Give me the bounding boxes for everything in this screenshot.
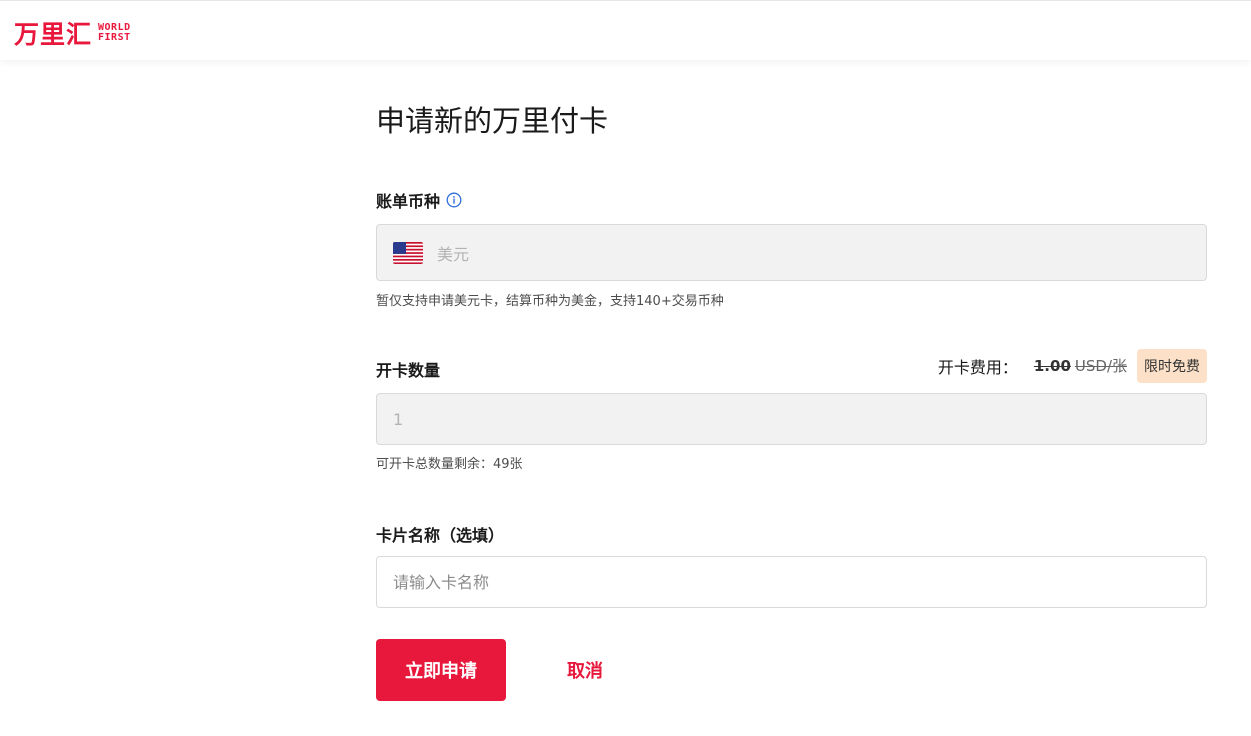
card-quantity-field[interactable]: 1 <box>376 393 1207 445</box>
card-fee-original-price: 1.00 USD/张 <box>1034 355 1127 376</box>
page-title: 申请新的万里付卡 <box>376 104 609 138</box>
worldfirst-logo[interactable]: 万里汇 WORLD FIRST <box>14 15 131 51</box>
free-promo-badge: 限时免费 <box>1137 348 1207 383</box>
card-quantity-hint: 可开卡总数量剩余：49张 <box>376 457 523 472</box>
card-quantity-label-text: 开卡数量 <box>376 361 441 380</box>
cancel-button[interactable]: 取消 <box>545 639 625 701</box>
apply-now-button[interactable]: 立即申请 <box>376 639 506 701</box>
us-flag-icon <box>393 241 423 264</box>
top-navigation-bar: 万里汇 WORLD FIRST <box>0 0 1251 60</box>
billing-currency-label: 账单币种 <box>376 188 462 212</box>
card-fee-original-unit: USD/张 <box>1074 357 1127 375</box>
card-name-input[interactable] <box>393 557 1206 607</box>
card-name-label-text: 卡片名称（选填） <box>376 526 505 545</box>
logo-english-line2: FIRST <box>98 32 131 43</box>
billing-currency-hint: 暂仅支持申请美元卡，结算币种为美金，支持140+交易币种 <box>376 294 724 309</box>
logo-english-text: WORLD FIRST <box>98 23 131 43</box>
billing-currency-value: 美元 <box>437 244 470 264</box>
card-quantity-value: 1 <box>393 409 404 429</box>
card-name-label: 卡片名称（选填） <box>376 522 504 546</box>
billing-currency-select[interactable]: 美元 <box>376 224 1207 281</box>
card-fee-info: 开卡费用： 1.00 USD/张 限时免费 <box>938 348 1207 383</box>
billing-currency-label-text: 账单币种 <box>376 192 441 211</box>
card-fee-original-amount: 1.00 <box>1033 357 1071 375</box>
card-fee-label: 开卡费用： <box>937 357 1018 377</box>
info-circle-icon[interactable] <box>446 192 462 208</box>
card-quantity-label: 开卡数量 <box>376 357 440 381</box>
card-name-field[interactable] <box>376 556 1207 608</box>
logo-chinese-text: 万里汇 <box>14 20 93 49</box>
